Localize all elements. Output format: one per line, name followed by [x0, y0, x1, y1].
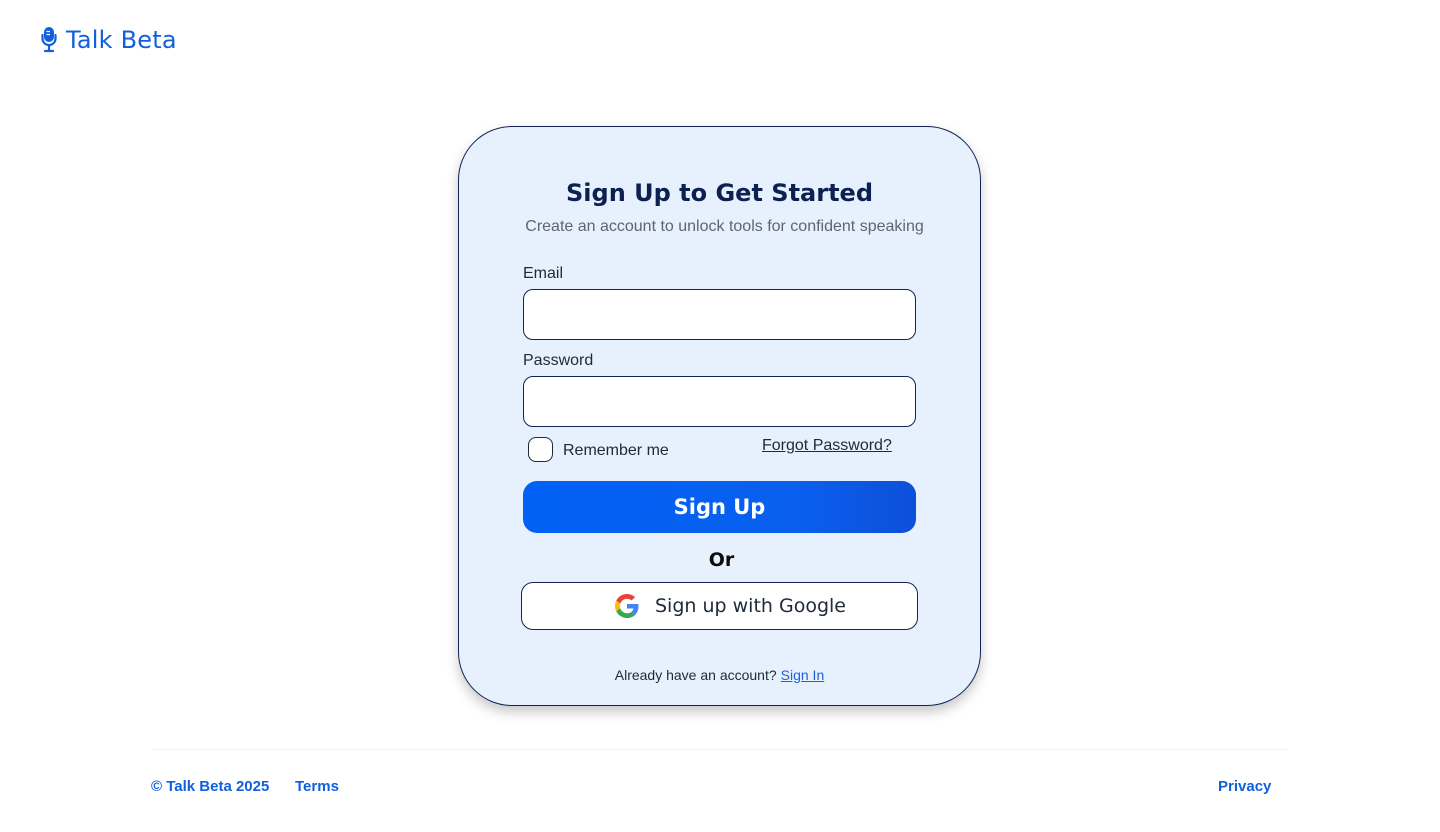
footer-divider — [152, 749, 1288, 750]
google-icon — [615, 594, 639, 618]
form-title: Sign Up to Get Started — [566, 179, 873, 207]
remember-me-checkbox[interactable] — [528, 437, 553, 462]
already-account-text: Already have an account? — [614, 667, 777, 683]
email-label: Email — [523, 265, 564, 282]
sign-in-prompt: Already have an account? Sign In — [459, 667, 980, 683]
brand-logo-link[interactable]: Talk Beta — [38, 26, 177, 54]
google-sign-up-label: Sign up with Google — [655, 595, 846, 617]
footer-privacy-link[interactable]: Privacy — [1218, 778, 1271, 795]
sign-in-link[interactable]: Sign In — [781, 667, 825, 683]
footer-copyright: © Talk Beta 2025 — [151, 778, 270, 795]
password-label: Password — [523, 352, 594, 369]
google-sign-up-button[interactable]: Sign up with Google — [521, 582, 918, 630]
form-subtitle: Create an account to unlock tools for co… — [525, 218, 924, 235]
password-field[interactable] — [523, 376, 916, 427]
forgot-password-link[interactable]: Forgot Password? — [762, 437, 892, 455]
email-field[interactable] — [523, 289, 916, 340]
footer-terms-link[interactable]: Terms — [295, 778, 339, 795]
remember-me-label: Remember me — [563, 441, 669, 459]
signup-card: Sign Up to Get Started Create an account… — [458, 126, 981, 706]
remember-me-control[interactable]: Remember me — [528, 437, 669, 462]
or-divider-label: Or — [708, 549, 735, 571]
brand-name: Talk Beta — [66, 26, 177, 54]
microphone-icon — [41, 27, 57, 53]
sign-up-button[interactable]: Sign Up — [523, 481, 916, 533]
